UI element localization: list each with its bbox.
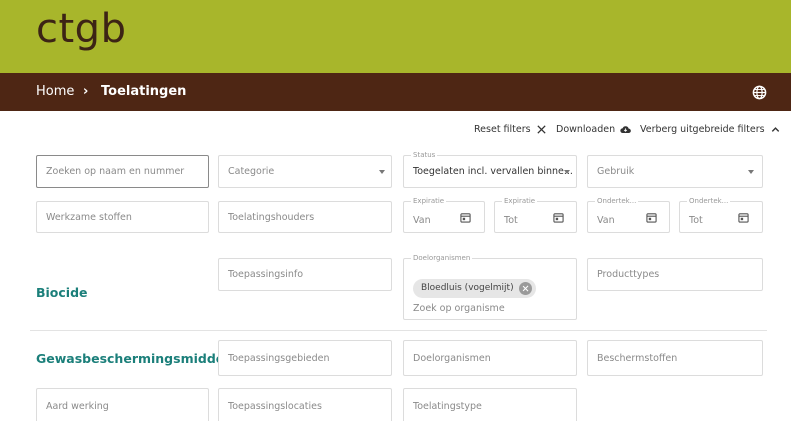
- chevron-down-icon: [564, 170, 570, 174]
- chip-label: Bloedluis (vogelmijt): [421, 283, 514, 293]
- reset-filters-button[interactable]: Reset filters: [474, 124, 547, 135]
- remove-chip-icon[interactable]: [518, 282, 532, 295]
- breadcrumb-current: Toelatingen: [101, 84, 187, 99]
- toepassingsinfo-input[interactable]: Toepassingsinfo: [218, 258, 392, 291]
- toepassingslocaties-input[interactable]: Toepassingslocaties: [218, 388, 392, 421]
- expiratie-van-placeholder: Van: [413, 215, 431, 226]
- section-divider: [30, 330, 767, 331]
- status-select[interactable]: Status Toegelaten incl. vervallen binne.…: [403, 150, 577, 188]
- doelorganismen-placeholder: Doelorganismen: [413, 353, 491, 364]
- toelatingshouders-placeholder: Toelatingshouders: [228, 212, 315, 223]
- toepassingsgebieden-input[interactable]: Toepassingsgebieden: [218, 340, 392, 376]
- ondertekening-tot-placeholder: Tot: [689, 215, 703, 226]
- calendar-icon[interactable]: [553, 212, 564, 223]
- status-value: Toegelaten incl. vervallen binne...: [413, 166, 573, 177]
- breadcrumb-separator: ›: [83, 84, 89, 99]
- toelatingstype-placeholder: Toelatingstype: [413, 401, 482, 412]
- breadcrumb-home-link[interactable]: Home: [36, 84, 74, 99]
- site-header: ctgb: [0, 0, 791, 73]
- aard-werking-input[interactable]: Aard werking: [36, 388, 209, 421]
- gewasbeschermingsmiddel-section-title: Gewasbeschermingsmiddel: [36, 351, 229, 366]
- werkzame-stoffen-input[interactable]: Werkzame stoffen: [36, 201, 209, 233]
- calendar-icon[interactable]: [460, 212, 471, 223]
- categorie-placeholder: Categorie: [228, 166, 275, 177]
- expiratie-van-date[interactable]: Expiratie Van: [403, 196, 485, 233]
- zoek-organisme-placeholder: Zoek op organisme: [413, 303, 505, 314]
- hide-advanced-filters-button[interactable]: Verberg uitgebreide filters: [640, 124, 781, 135]
- gebruik-select[interactable]: Gebruik: [587, 155, 763, 188]
- toepassingsgebieden-placeholder: Toepassingsgebieden: [228, 353, 330, 364]
- close-icon: [536, 125, 546, 134]
- beschermstoffen-input[interactable]: Beschermstoffen: [587, 340, 763, 376]
- ondertekening-van-placeholder: Van: [597, 215, 615, 226]
- ondertekening-tot-date[interactable]: Ondertek... Tot: [679, 196, 763, 233]
- ondertekening-van-date[interactable]: Ondertek... Van: [587, 196, 670, 233]
- producttypes-placeholder: Producttypes: [597, 269, 660, 280]
- biocide-section-title: Biocide: [36, 285, 88, 300]
- toelatingstype-input[interactable]: Toelatingstype: [403, 388, 577, 421]
- download-label: Downloaden: [556, 124, 616, 135]
- ondertekening-van-label: Ondertek...: [595, 196, 639, 206]
- aard-werking-placeholder: Aard werking: [46, 401, 109, 412]
- expiratie-van-label: Expiratie: [411, 196, 447, 206]
- ondertekening-tot-label: Ondertek...: [687, 196, 731, 206]
- reset-filters-label: Reset filters: [474, 124, 531, 135]
- werkzame-stoffen-placeholder: Werkzame stoffen: [46, 212, 132, 223]
- chevron-down-icon: [748, 170, 754, 174]
- download-button[interactable]: Downloaden: [556, 124, 631, 135]
- beschermstoffen-placeholder: Beschermstoffen: [597, 353, 678, 364]
- search-input[interactable]: Zoeken op naam en nummer: [36, 155, 209, 188]
- doelorganismen-label: Doelorganismen: [411, 253, 473, 263]
- producttypes-input[interactable]: Producttypes: [587, 258, 763, 291]
- status-label: Status: [411, 150, 438, 160]
- chevron-up-icon: [771, 127, 779, 132]
- hide-advanced-filters-label: Verberg uitgebreide filters: [640, 124, 765, 135]
- selected-organism-chip[interactable]: Bloedluis (vogelmijt): [413, 279, 536, 298]
- expiratie-tot-placeholder: Tot: [504, 215, 518, 226]
- expiratie-tot-date[interactable]: Expiratie Tot: [494, 196, 577, 233]
- breadcrumb-bar: Home › Toelatingen: [0, 73, 791, 111]
- toelatingshouders-input[interactable]: Toelatingshouders: [218, 201, 392, 233]
- toepassingslocaties-placeholder: Toepassingslocaties: [228, 401, 322, 412]
- ctgb-logo[interactable]: ctgb: [36, 6, 126, 52]
- categorie-select[interactable]: Categorie: [218, 155, 392, 188]
- doelorganismen-multiselect[interactable]: Doelorganismen Bloedluis (vogelmijt) Zoe…: [403, 253, 577, 320]
- doelorganismen-input[interactable]: Doelorganismen: [403, 340, 577, 376]
- calendar-icon[interactable]: [738, 212, 749, 223]
- expiratie-tot-label: Expiratie: [502, 196, 538, 206]
- chevron-down-icon: [379, 170, 385, 174]
- search-placeholder: Zoeken op naam en nummer: [46, 166, 185, 177]
- cloud-download-icon: [620, 126, 631, 134]
- language-globe-icon[interactable]: [752, 85, 767, 100]
- gebruik-placeholder: Gebruik: [597, 166, 635, 177]
- calendar-icon[interactable]: [646, 212, 657, 223]
- toepassingsinfo-placeholder: Toepassingsinfo: [228, 269, 304, 280]
